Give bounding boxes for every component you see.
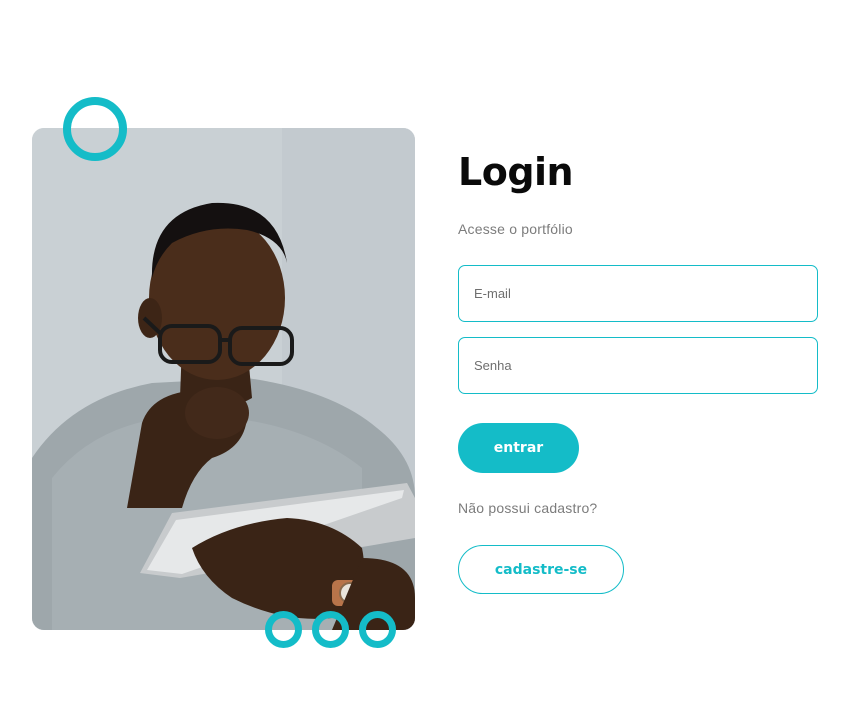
register-button[interactable]: cadastre-se xyxy=(458,545,624,594)
decorative-ring-top xyxy=(63,97,127,161)
login-subtitle: Acesse o portfólio xyxy=(458,221,573,237)
decorative-ring-2 xyxy=(312,611,349,648)
password-input[interactable] xyxy=(458,337,818,394)
no-account-text: Não possui cadastro? xyxy=(458,500,598,516)
login-title: Login xyxy=(458,150,574,194)
hero-photo xyxy=(32,128,415,630)
email-input[interactable] xyxy=(458,265,818,322)
decorative-ring-3 xyxy=(359,611,396,648)
login-page: Login Acesse o portfólio entrar Não poss… xyxy=(0,0,866,722)
person-with-tablet-illustration xyxy=(32,128,415,630)
login-button[interactable]: entrar xyxy=(458,423,579,473)
decorative-ring-1 xyxy=(265,611,302,648)
